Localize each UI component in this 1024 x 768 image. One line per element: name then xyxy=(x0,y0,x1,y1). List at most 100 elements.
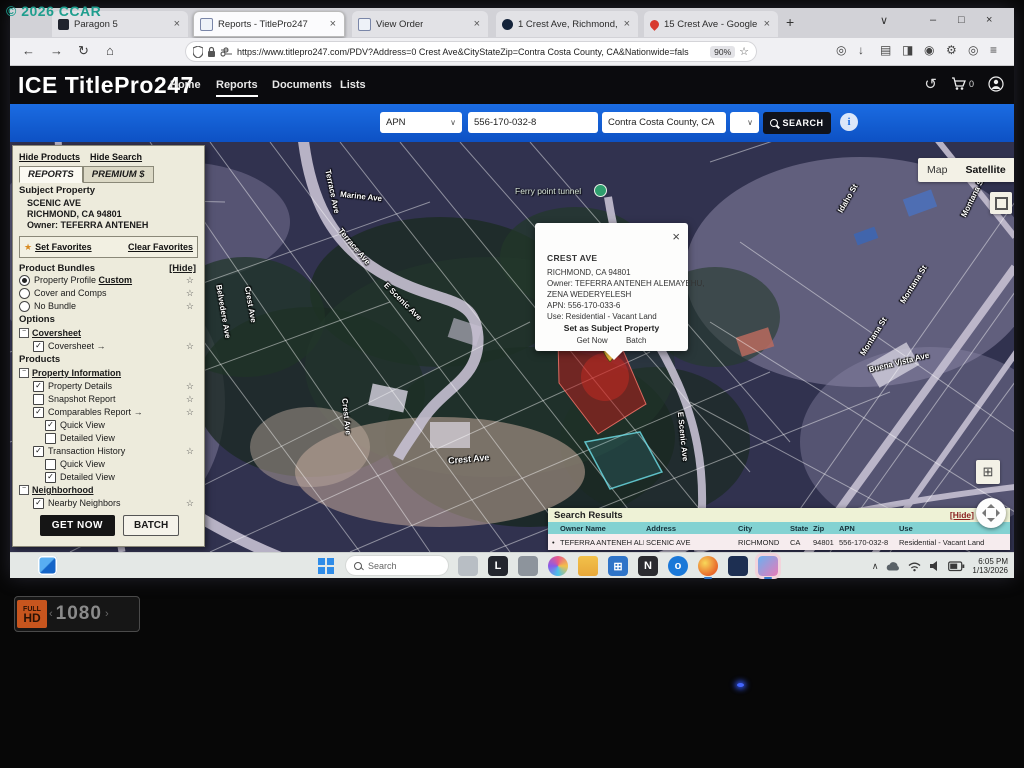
checkbox-detailed-view-2[interactable]: ✓ xyxy=(45,472,56,483)
window-minimize-button[interactable]: – xyxy=(930,14,936,26)
outlook-icon[interactable]: o xyxy=(668,556,688,576)
property-information-group[interactable]: Property Information xyxy=(32,368,121,378)
favorite-star-icon[interactable]: ☆ xyxy=(186,301,194,312)
get-now-button[interactable]: GET NOW xyxy=(40,515,115,536)
tab-view-order[interactable]: View Order × xyxy=(352,11,488,37)
battery-icon[interactable] xyxy=(948,561,965,572)
downloads-icon[interactable]: ↓ xyxy=(858,43,864,57)
snipping-tool-icon[interactable] xyxy=(458,556,478,576)
favorite-star-icon[interactable]: ☆ xyxy=(186,288,194,299)
dropbox-icon[interactable] xyxy=(728,556,748,576)
radio-cover-comps[interactable] xyxy=(19,288,30,299)
volume-icon[interactable] xyxy=(929,560,941,572)
library-icon[interactable]: ▤ xyxy=(880,43,891,57)
bookmark-star-icon[interactable]: ☆ xyxy=(739,45,749,58)
account-icon[interactable]: ◉ xyxy=(924,43,934,57)
favorite-star-icon[interactable]: ☆ xyxy=(186,394,194,405)
start-button[interactable] xyxy=(318,558,334,574)
hide-search-link[interactable]: Hide Search xyxy=(90,152,142,162)
wifi-icon[interactable] xyxy=(907,560,922,572)
favorite-star-icon[interactable]: ☆ xyxy=(186,341,194,352)
set-subject-property-link[interactable]: Set as Subject Property xyxy=(535,323,688,333)
nav-reports[interactable]: Reports xyxy=(216,79,258,97)
favorite-star-icon[interactable]: ☆ xyxy=(186,275,194,286)
checkbox-snapshot-report[interactable] xyxy=(33,394,44,405)
tab-close-icon[interactable]: × xyxy=(762,18,772,30)
menu-icon[interactable]: ≡ xyxy=(990,43,997,57)
clear-favorites-link[interactable]: Clear Favorites xyxy=(128,242,193,252)
collapse-icon[interactable]: − xyxy=(19,328,29,338)
extensions-icon[interactable]: ⚙ xyxy=(946,43,957,57)
tab-close-icon[interactable]: × xyxy=(472,18,482,30)
location-input[interactable]: Contra Costa County, CA xyxy=(602,112,726,133)
pan-control[interactable] xyxy=(976,498,1006,528)
checkbox-nearby-neighbors[interactable]: ✓ xyxy=(33,498,44,509)
collapse-icon[interactable]: − xyxy=(19,368,29,378)
nav-documents[interactable]: Documents xyxy=(272,79,332,91)
tab-list-chevron-icon[interactable]: ∨ xyxy=(880,14,888,27)
info-icon[interactable]: i xyxy=(840,113,858,131)
tab-titlepro-reports[interactable]: Reports - TitlePro247 × xyxy=(193,11,345,37)
hide-bundles-link[interactable]: [Hide] xyxy=(169,263,196,274)
favorite-star-icon[interactable]: ☆ xyxy=(186,498,194,509)
tab-crest-ave[interactable]: 1 Crest Ave, Richmond, Californi × xyxy=(496,11,638,37)
tab-close-icon[interactable]: × xyxy=(172,18,182,30)
tab-close-icon[interactable]: × xyxy=(328,18,338,30)
window-restore-button[interactable]: □ xyxy=(958,14,965,26)
sidebar-toggle-icon[interactable]: ◨ xyxy=(902,43,913,57)
custom-link[interactable]: Custom xyxy=(99,275,133,285)
favorite-star-icon[interactable]: ☆ xyxy=(186,407,194,418)
search-type-select[interactable]: APN ∨ xyxy=(380,112,462,133)
tunnel-poi-icon[interactable] xyxy=(594,184,607,197)
favorite-star-icon[interactable]: ☆ xyxy=(186,446,194,457)
popup-get-now-link[interactable]: Get Now xyxy=(577,336,608,345)
back-button[interactable]: ← xyxy=(22,43,35,58)
taskbar-clock[interactable]: 6:05 PM 1/13/2026 xyxy=(972,557,1010,575)
nav-lists[interactable]: Lists xyxy=(340,79,366,91)
coversheet-group[interactable]: Coversheet xyxy=(32,328,81,338)
tab-premium[interactable]: PREMIUM $ xyxy=(83,166,154,183)
app-logo[interactable]: ICE TitlePro247 xyxy=(18,72,194,99)
cart-button[interactable]: 0 xyxy=(951,77,974,91)
url-bar[interactable]: https://www.titlepro247.com/PDV?Address=… xyxy=(185,41,757,62)
radio-property-profile[interactable] xyxy=(19,275,30,286)
hide-results-link[interactable]: [Hide] xyxy=(950,510,974,520)
window-close-button[interactable]: × xyxy=(986,14,992,26)
map-grid-button[interactable]: ⊞ xyxy=(976,460,1000,484)
apn-input[interactable]: 556-170-032-8 xyxy=(468,112,598,133)
checkbox-transaction-history[interactable]: ✓ xyxy=(33,446,44,457)
photos-icon[interactable] xyxy=(758,556,778,576)
neighborhood-group[interactable]: Neighborhood xyxy=(32,485,94,495)
popup-batch-link[interactable]: Batch xyxy=(626,336,646,345)
radio-no-bundle[interactable] xyxy=(19,301,30,312)
map-view-button[interactable]: Map xyxy=(918,158,956,182)
copilot-icon[interactable] xyxy=(548,556,568,576)
notion-icon[interactable]: N xyxy=(638,556,658,576)
state-select[interactable]: ∨ xyxy=(730,112,759,133)
favorite-star-icon[interactable]: ☆ xyxy=(186,381,194,392)
pocket-icon[interactable]: ◎ xyxy=(836,43,846,57)
checkbox-coversheet[interactable]: ✓ xyxy=(33,341,44,352)
file-explorer-icon[interactable] xyxy=(578,556,598,576)
collapse-icon[interactable]: − xyxy=(19,485,29,495)
protection-icon[interactable]: ◎ xyxy=(968,43,978,57)
lock-icon[interactable] xyxy=(207,46,216,58)
checkbox-property-details[interactable]: ✓ xyxy=(33,381,44,392)
zoom-level-badge[interactable]: 90% xyxy=(710,46,735,58)
firefox-icon[interactable] xyxy=(698,556,718,576)
contacts-icon[interactable] xyxy=(518,556,538,576)
onedrive-icon[interactable] xyxy=(885,560,900,572)
checkbox-comparables-report[interactable]: ✓ xyxy=(33,407,44,418)
lastpass-icon[interactable]: L xyxy=(488,556,508,576)
search-button[interactable]: SEARCH xyxy=(763,112,831,134)
popup-close-icon[interactable]: × xyxy=(672,229,680,244)
permissions-icon[interactable] xyxy=(220,47,233,57)
nav-home[interactable]: Home xyxy=(170,79,201,91)
satellite-view-button[interactable]: Satellite xyxy=(956,158,1014,182)
hide-products-link[interactable]: Hide Products xyxy=(19,152,80,162)
taskbar-search[interactable]: Search xyxy=(346,556,448,575)
tray-chevron-icon[interactable]: ∧ xyxy=(872,561,879,572)
checkbox-quick-view-2[interactable] xyxy=(45,459,56,470)
reload-button[interactable]: ↻ xyxy=(78,43,89,59)
new-tab-button[interactable]: + xyxy=(786,14,794,30)
